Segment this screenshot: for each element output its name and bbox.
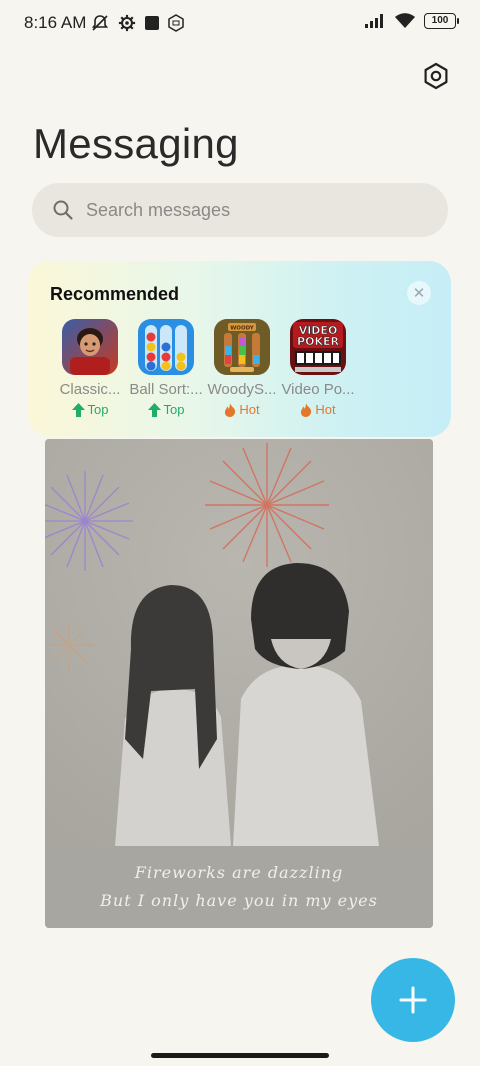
classic-game-app-icon: [62, 319, 118, 375]
settings-icon: [424, 62, 448, 90]
app-name: Video Po...: [281, 381, 355, 398]
recommended-app[interactable]: VIDEO POKER Video Po... Hot: [280, 319, 356, 417]
settings-button[interactable]: [418, 58, 454, 94]
badge-label: Hot: [315, 402, 336, 417]
wifi-icon: [395, 13, 415, 28]
square-icon: [145, 16, 159, 30]
close-recommended-button[interactable]: ✕: [407, 281, 431, 305]
firework-center: [205, 443, 329, 567]
recommended-app[interactable]: Classic... Top: [52, 319, 128, 417]
banner-caption-line1: Fireworks are dazzling: [134, 863, 344, 882]
app-name: Classic...: [59, 381, 121, 398]
battery-icon: 100: [424, 13, 459, 29]
page-title: Messaging: [33, 120, 239, 167]
recommended-app[interactable]: WOODY WoodyS... Hot: [204, 319, 280, 417]
badge-label: Top: [87, 402, 109, 417]
app-name: WoodyS...: [207, 381, 277, 398]
search-bar[interactable]: [32, 183, 448, 237]
status-icons-left: [90, 13, 184, 33]
battery-level: 100: [431, 15, 449, 26]
top-badge: Top: [147, 402, 185, 417]
top-arrow-icon: [147, 402, 161, 417]
hot-badge: Hot: [300, 402, 336, 417]
signal-icon: [365, 14, 383, 28]
close-icon: ✕: [412, 285, 426, 302]
flame-icon: [225, 402, 236, 417]
plus-icon: [399, 986, 427, 1014]
top-arrow-icon: [71, 402, 85, 417]
banner-caption: Fireworks are dazzling But I only have y…: [45, 846, 433, 928]
recommended-card: Recommended ✕ Classic... Top Ball Sort:.…: [28, 261, 451, 437]
banner-caption-line2: But I only have you in my eyes: [100, 891, 378, 910]
settings-gear-icon: [118, 14, 136, 32]
fireworks-couple-illustration: [45, 439, 433, 846]
status-icons-right: 100: [364, 13, 459, 29]
search-icon: [53, 200, 73, 220]
recommended-app[interactable]: Ball Sort:... Top: [128, 319, 204, 417]
hot-badge: Hot: [224, 402, 260, 417]
status-bar: 8:16 AM 100: [0, 0, 480, 48]
recommended-app-list: Classic... Top Ball Sort:... Top WOODY W…: [52, 319, 356, 417]
badge-label: Hot: [239, 402, 260, 417]
top-badge: Top: [71, 402, 109, 417]
search-input[interactable]: [84, 198, 408, 222]
woody-icon-text: WOODY: [230, 326, 255, 332]
recommended-title: Recommended: [50, 284, 180, 304]
muted-notification-icon: [91, 15, 109, 31]
video-poker-app-icon: VIDEO POKER: [290, 319, 346, 375]
ball-sort-app-icon: [138, 319, 194, 375]
status-time: 8:16 AM: [24, 13, 87, 32]
flame-icon: [301, 402, 312, 417]
video-poker-line2: POKER: [297, 335, 339, 348]
home-indicator[interactable]: [151, 1053, 329, 1058]
empty-state-illustration: Fireworks are dazzling But I only have y…: [45, 439, 433, 928]
app-name: Ball Sort:...: [129, 381, 203, 398]
badge-label: Top: [163, 402, 185, 417]
woody-sort-app-icon: WOODY: [214, 319, 270, 375]
hexagon-badge-icon: [168, 14, 184, 32]
new-message-button[interactable]: [371, 958, 455, 1042]
